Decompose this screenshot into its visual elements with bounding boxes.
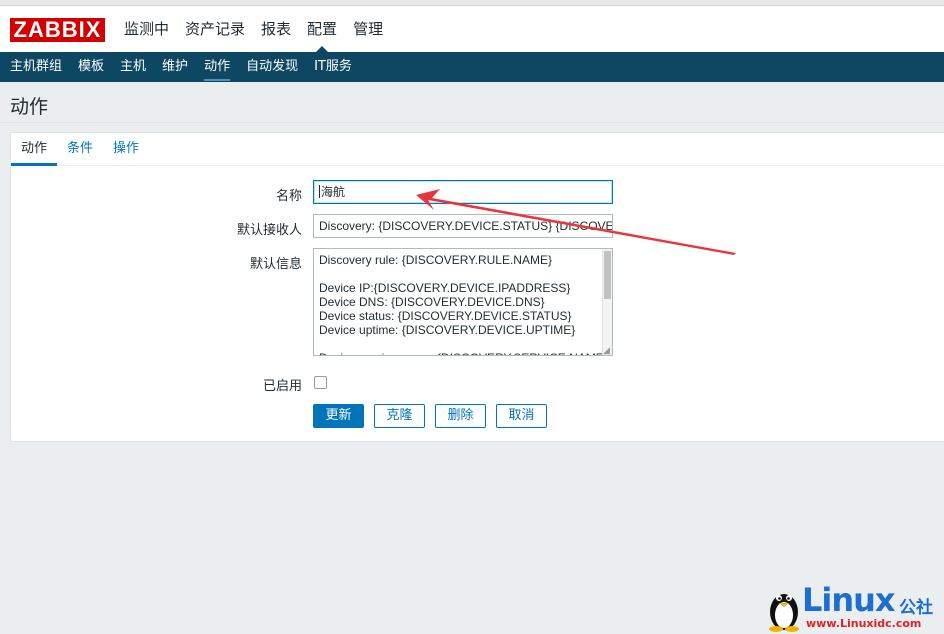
textarea-scrollbar[interactable] xyxy=(602,249,612,355)
default-recipient-input[interactable]: Discovery: {DISCOVERY.DEVICE.STATUS} {DI… xyxy=(313,214,613,238)
text-caret xyxy=(319,185,320,198)
default-message-label: 默认信息 xyxy=(249,257,302,272)
linux-watermark: Linux 公社 www.Linuxidc.com xyxy=(764,582,944,634)
update-button[interactable]: 更新 xyxy=(313,404,364,428)
tab-action[interactable]: 动作 xyxy=(11,133,58,166)
main-menu-reports[interactable]: 报表 xyxy=(253,6,299,52)
watermark-url: www.Linuxidc.com xyxy=(806,617,922,630)
sub-menu-actions[interactable]: 动作 xyxy=(196,52,238,82)
page-title: 动作 xyxy=(10,96,49,118)
action-form-panel: 动作 条件 操作 名称 海航 默认接收人 Discovery: {DISCOVE… xyxy=(10,132,944,442)
name-label: 名称 xyxy=(275,189,302,204)
title-divider xyxy=(0,122,944,123)
message-line: Device DNS: {DISCOVERY.DEVICE.DNS} xyxy=(319,295,545,309)
message-line: Device status: {DISCOVERY.DEVICE.STATUS} xyxy=(319,309,572,323)
scrollbar-thumb[interactable] xyxy=(604,251,611,299)
clone-button[interactable]: 克隆 xyxy=(374,404,425,428)
sub-menu-host-groups[interactable]: 主机群组 xyxy=(2,52,70,82)
sub-menu: 主机群组 模板 主机 维护 动作 自动发现 IT服务 xyxy=(0,52,944,82)
message-line xyxy=(319,337,596,351)
message-line xyxy=(319,267,596,281)
top-header: ZABBIX 监测中 资产记录 报表 配置 管理 xyxy=(0,6,944,52)
main-menu-administration[interactable]: 管理 xyxy=(345,6,391,52)
sub-menu-it-services[interactable]: IT服务 xyxy=(306,52,360,82)
default-recipient-label: 默认接收人 xyxy=(236,223,302,238)
message-line: Device IP:{DISCOVERY.DEVICE.IPADDRESS} xyxy=(319,281,571,295)
sub-menu-hosts[interactable]: 主机 xyxy=(112,52,154,82)
name-input[interactable]: 海航 xyxy=(313,180,613,204)
delete-button[interactable]: 删除 xyxy=(435,404,486,428)
name-input-value: 海航 xyxy=(321,185,346,199)
resize-grip-icon[interactable]: ◢ xyxy=(603,346,611,355)
watermark-brand-cn: 公社 xyxy=(899,598,933,618)
sub-menu-maintenance[interactable]: 维护 xyxy=(154,52,196,82)
enabled-label: 已启用 xyxy=(262,379,302,394)
zabbix-logo[interactable]: ZABBIX xyxy=(10,18,105,42)
main-menu-configuration[interactable]: 配置 xyxy=(299,6,345,52)
penguin-logo-icon xyxy=(769,594,799,632)
sub-menu-discovery[interactable]: 自动发现 xyxy=(238,52,306,82)
enabled-checkbox[interactable] xyxy=(314,376,327,389)
message-line: Discovery rule: {DISCOVERY.RULE.NAME} xyxy=(319,253,552,267)
default-message-text: Discovery rule: {DISCOVERY.RULE.NAME} De… xyxy=(314,249,612,355)
message-line: Device service name: {DISCOVERY.SERVICE.… xyxy=(319,351,608,355)
tab-operations[interactable]: 操作 xyxy=(103,133,149,165)
cancel-button[interactable]: 取消 xyxy=(496,404,547,428)
sub-menu-templates[interactable]: 模板 xyxy=(70,52,112,82)
main-menu-inventory[interactable]: 资产记录 xyxy=(177,6,253,52)
message-line: Device uptime: {DISCOVERY.DEVICE.UPTIME} xyxy=(319,323,576,337)
main-menu: 监测中 资产记录 报表 配置 管理 xyxy=(116,6,391,52)
main-menu-monitoring[interactable]: 监测中 xyxy=(116,6,177,52)
default-message-textarea[interactable]: Discovery rule: {DISCOVERY.RULE.NAME} De… xyxy=(313,248,613,356)
tab-conditions[interactable]: 条件 xyxy=(57,133,103,165)
watermark-brand: Linux xyxy=(802,581,896,619)
form-tabs: 动作 条件 操作 xyxy=(11,133,944,166)
